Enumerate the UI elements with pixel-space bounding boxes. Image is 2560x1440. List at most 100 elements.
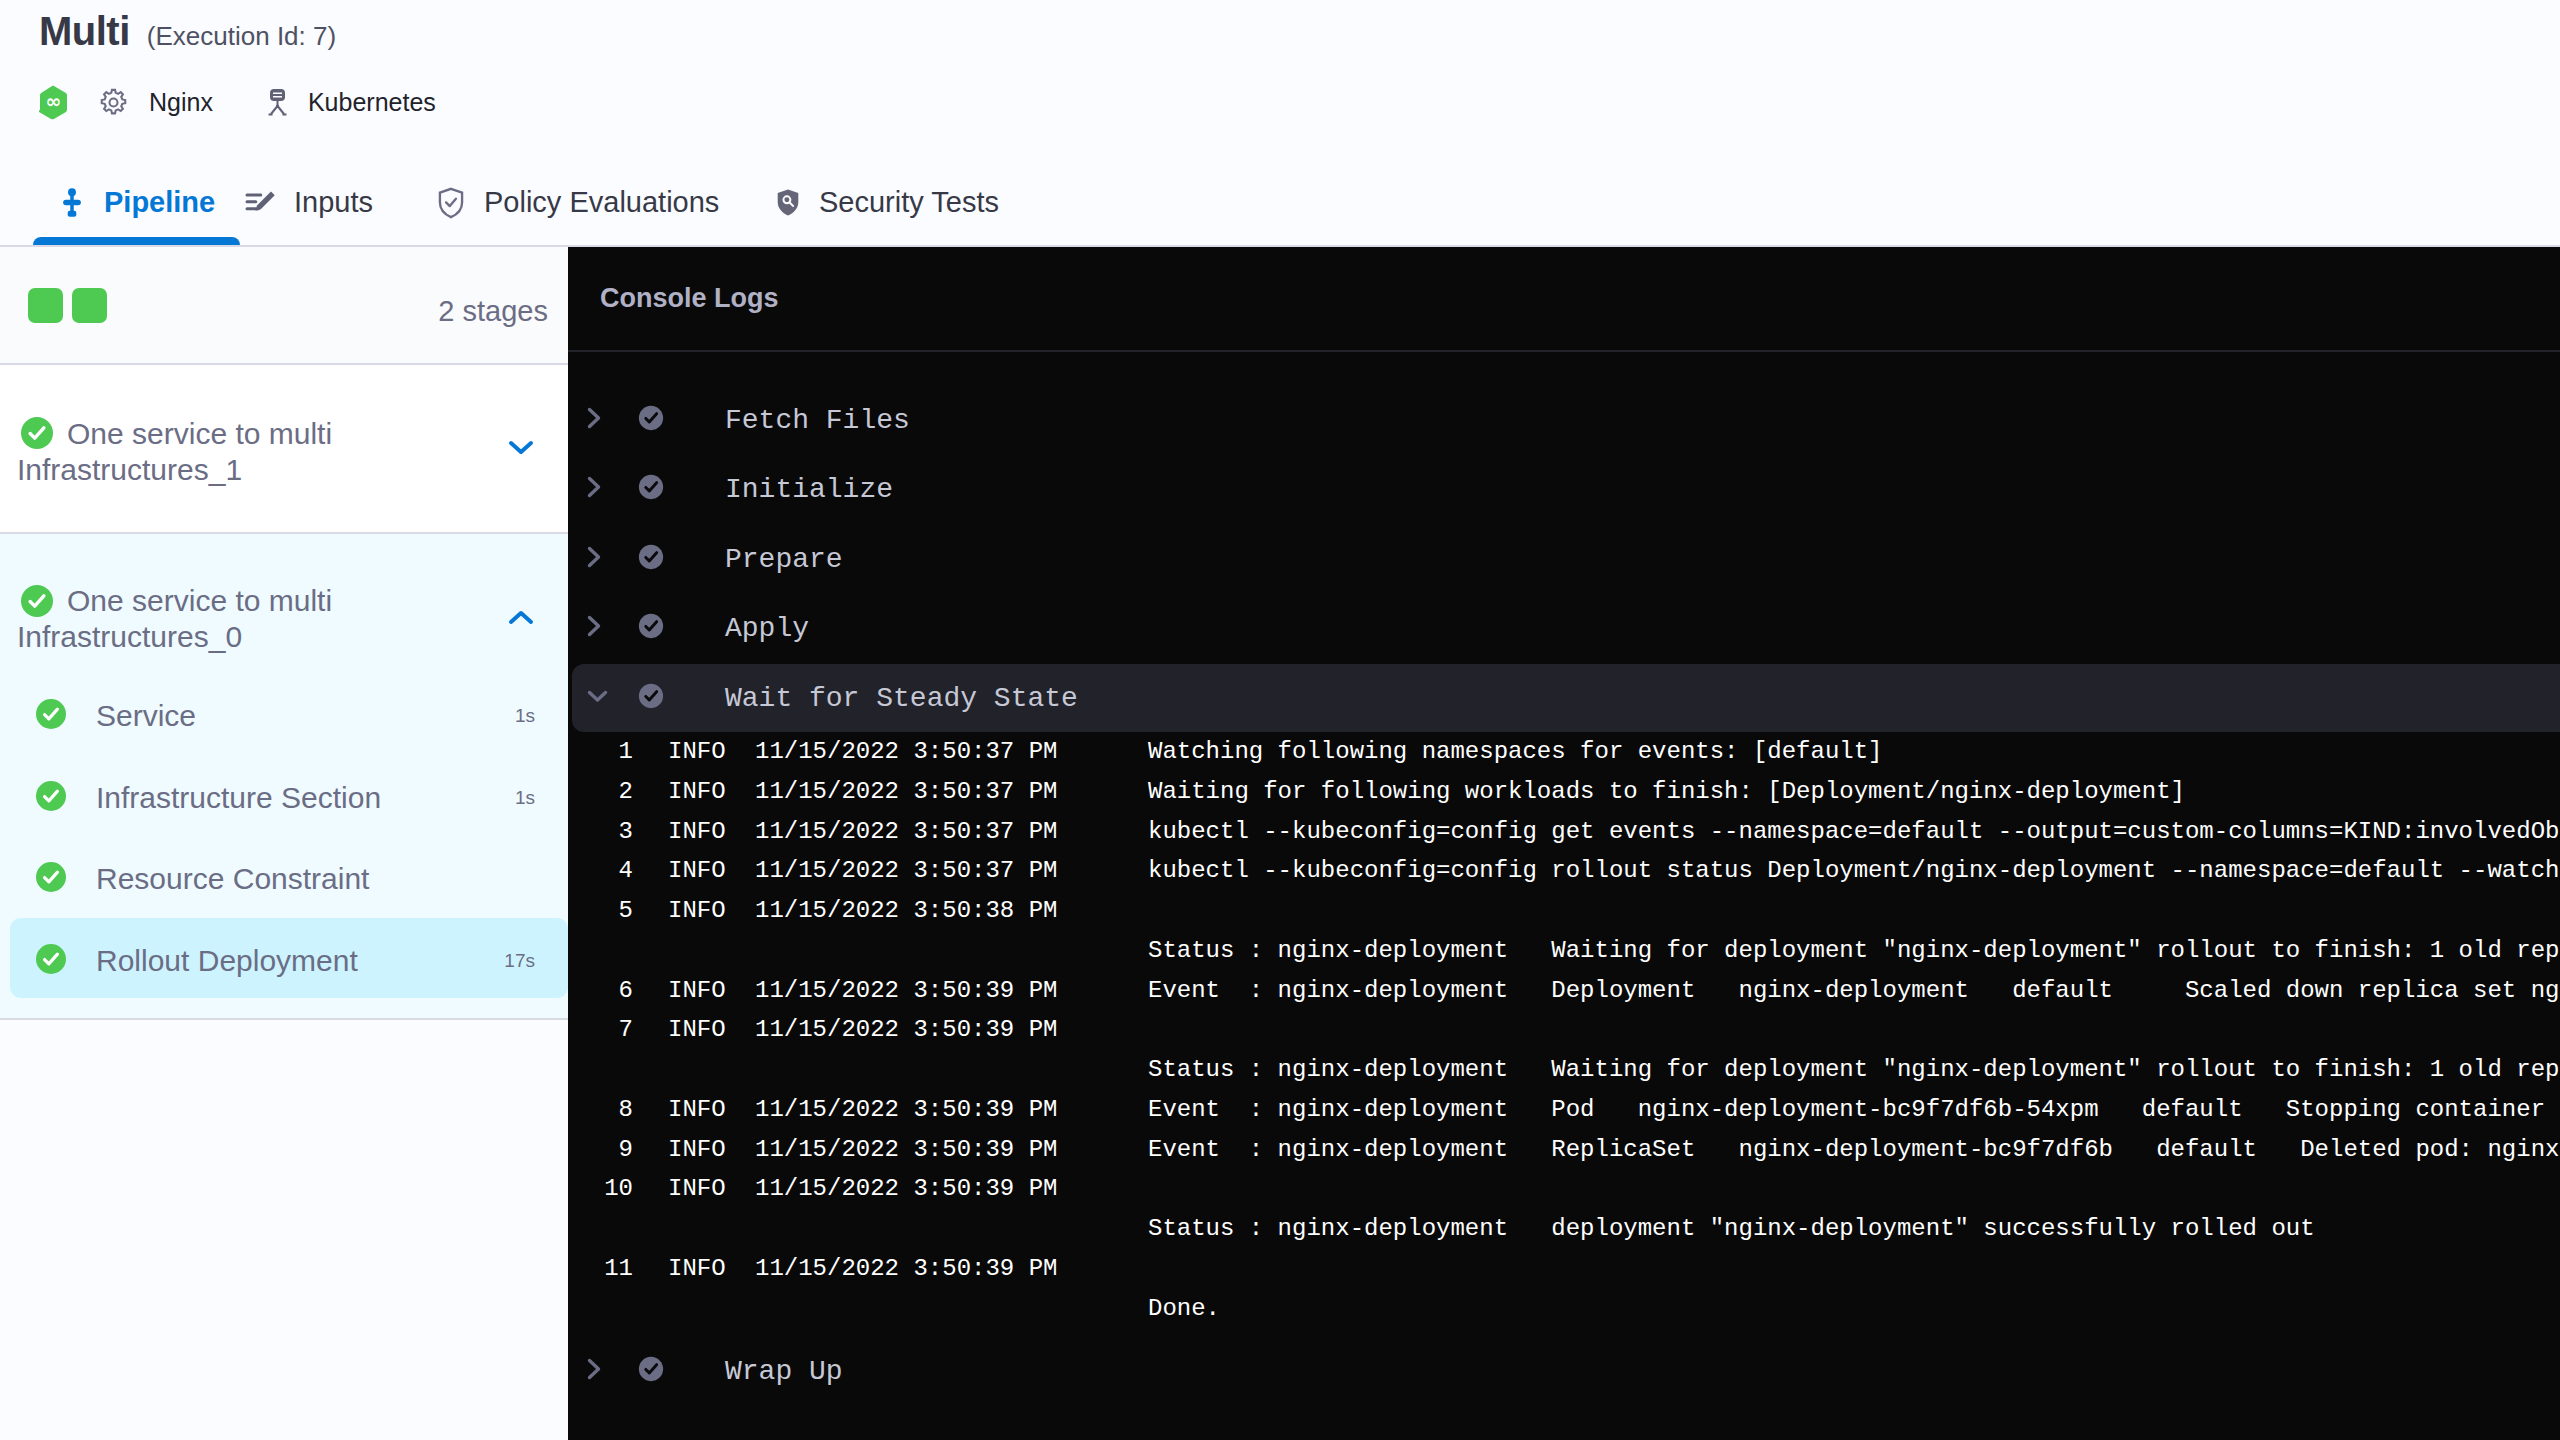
step-item-rollout-deployment[interactable]: Rollout Deployment 17s (0, 920, 568, 1001)
stage-status-square (72, 288, 107, 323)
log-message: Event : nginx-deployment Deployment ngin… (1148, 977, 2559, 1004)
chevron-down-icon[interactable] (508, 440, 534, 460)
stage-sidebar: 2 stages One service to multiInfrastruct… (0, 247, 568, 1440)
stage-status-squares (28, 288, 107, 323)
console-step-fetch-files[interactable]: Fetch Files (568, 385, 2560, 455)
chevron-down-icon[interactable] (586, 688, 609, 708)
log-message: Status : nginx-deployment deployment "ng… (1148, 1215, 2315, 1242)
step-status-icon (638, 613, 664, 643)
log-line-number: 6 (568, 977, 633, 1004)
log-level: INFO (668, 818, 726, 845)
log-line-number: 5 (568, 897, 633, 924)
console-step-wrap-up[interactable]: Wrap Up (568, 1336, 2560, 1406)
log-timestamp: 11/15/2022 3:50:38 PM (755, 897, 1057, 924)
log-line-3: 3 INFO 11/15/2022 3:50:37 PM kubectl --kube… (568, 811, 2560, 851)
log-level: INFO (668, 1016, 726, 1043)
log-message: Waiting for following workloads to finis… (1148, 778, 2185, 805)
tab-policy-evaluations[interactable]: Policy Evaluations (411, 160, 744, 245)
step-success-icon (36, 944, 66, 978)
log-line-number: 3 (568, 818, 633, 845)
step-item-infrastructure-section[interactable]: Infrastructure Section 1s (0, 757, 568, 838)
log-level: INFO (668, 1255, 726, 1282)
step-duration: 1s (515, 705, 535, 727)
console-step-wait-for-steady-state[interactable]: Wait for Steady State (568, 664, 2560, 732)
log-message: kubectl --kubeconfig=config get events -… (1148, 818, 2559, 845)
step-name: Infrastructure Section (96, 781, 381, 815)
log-message: Event : nginx-deployment ReplicaSet ngin… (1148, 1136, 2559, 1163)
stage-item-infrastructures-0[interactable]: One service to multiInfrastructures_0 Se… (0, 534, 568, 1020)
log-line-13: Status : nginx-deployment deployment "ng… (568, 1208, 2560, 1248)
stage-item-infrastructures-1[interactable]: One service to multiInfrastructures_1 (0, 365, 568, 534)
log-line-4: 4INFO11/15/2022 3:50:37 PMkubectl --kube… (568, 850, 2560, 890)
log-timestamp: 11/15/2022 3:50:39 PM (755, 1136, 1057, 1163)
chevron-right-icon[interactable] (586, 406, 602, 435)
step-status-icon (638, 1356, 664, 1386)
step-name: Service (96, 699, 196, 733)
log-line-number: 8 (568, 1096, 633, 1123)
step-name: Resource Constraint (96, 862, 369, 896)
chevron-right-icon[interactable] (586, 614, 602, 643)
log-line-11: 9 INFO 11/15/2022 3:50:39 PM Event : nginx-… (568, 1129, 2560, 1169)
log-line-14: 11INFO11/15/2022 3:50:39 PM (568, 1248, 2560, 1288)
log-message: Event : nginx-deployment Pod nginx-deplo… (1148, 1096, 2559, 1123)
log-line-9: Status : nginx-deployment Waiting for de… (568, 1049, 2560, 1089)
log-timestamp: 11/15/2022 3:50:37 PM (755, 818, 1057, 845)
step-success-icon (36, 699, 66, 733)
log-timestamp: 11/15/2022 3:50:37 PM (755, 778, 1057, 805)
log-level: INFO (668, 1175, 726, 1202)
log-line-7: 6INFO11/15/2022 3:50:39 PMEvent : nginx-… (568, 970, 2560, 1010)
step-duration: 17s (504, 950, 535, 972)
chevron-right-icon[interactable] (586, 545, 602, 574)
step-success-icon (36, 862, 66, 896)
log-message: Status : nginx-deployment Waiting for de… (1148, 1056, 2559, 1083)
console-panel: Console Logs Fetch FilesInitializePrepar… (568, 247, 2560, 1440)
log-timestamp: 11/15/2022 3:50:37 PM (755, 738, 1057, 765)
policy-evaluations-icon (436, 187, 466, 219)
stage-status-square (28, 288, 63, 323)
log-level: INFO (668, 977, 726, 1004)
console-step-name: Fetch Files (725, 405, 910, 436)
log-level: INFO (668, 1096, 726, 1123)
tab-pipeline[interactable]: Pipeline (33, 160, 240, 245)
tab-inputs[interactable]: Inputs (218, 160, 398, 245)
console-step-initialize[interactable]: Initialize (568, 454, 2560, 524)
log-line-number: 1 (568, 738, 633, 765)
step-status-icon (638, 405, 664, 435)
log-line-10: 8INFO11/15/2022 3:50:39 PMEvent : nginx-… (568, 1089, 2560, 1129)
stage-count-label: 2 stages (438, 295, 548, 328)
log-message: Status : nginx-deployment Waiting for de… (1148, 937, 2559, 964)
log-timestamp: 11/15/2022 3:50:39 PM (755, 1255, 1057, 1282)
step-name: Rollout Deployment (96, 944, 358, 978)
active-tab-underline (33, 237, 240, 245)
inputs-icon (243, 188, 276, 218)
step-item-service[interactable]: Service 1s (0, 675, 568, 756)
log-line-number: 9 (568, 1136, 633, 1163)
console-step-name: Apply (725, 613, 809, 644)
chevron-right-icon[interactable] (586, 475, 602, 504)
log-level: INFO (668, 1136, 726, 1163)
log-message: Done. (1148, 1295, 1220, 1322)
stage-summary-header: 2 stages (0, 247, 568, 365)
chevron-right-icon[interactable] (586, 1357, 602, 1386)
log-timestamp: 11/15/2022 3:50:37 PM (755, 857, 1057, 884)
tab-security-tests[interactable]: Security Tests (750, 160, 1024, 245)
console-step-apply[interactable]: Apply (568, 593, 2560, 663)
log-level: INFO (668, 738, 726, 765)
step-success-icon (36, 781, 66, 815)
step-status-icon (638, 544, 664, 574)
console-step-name: Initialize (725, 474, 893, 505)
log-line-15: Done. (568, 1288, 2560, 1328)
console-step-name: Wait for Steady State (725, 683, 1078, 714)
log-level: INFO (668, 778, 726, 805)
chevron-up-icon[interactable] (508, 609, 534, 629)
log-line-number: 4 (568, 857, 633, 884)
log-line-number: 2 (568, 778, 633, 805)
tab-bar: PipelineInputsPolicy EvaluationsSecurity… (0, 0, 2560, 247)
log-line-6: Status : nginx-deployment Waiting for de… (568, 930, 2560, 970)
log-timestamp: 11/15/2022 3:50:39 PM (755, 1175, 1057, 1202)
step-duration: 1s (515, 787, 535, 809)
step-item-resource-constraint[interactable]: Resource Constraint (0, 838, 568, 919)
console-step-prepare[interactable]: Prepare (568, 524, 2560, 594)
step-status-icon (638, 683, 664, 713)
page-header: Multi (Execution Id: 7) ∞NginxKubernetes… (0, 0, 2560, 247)
